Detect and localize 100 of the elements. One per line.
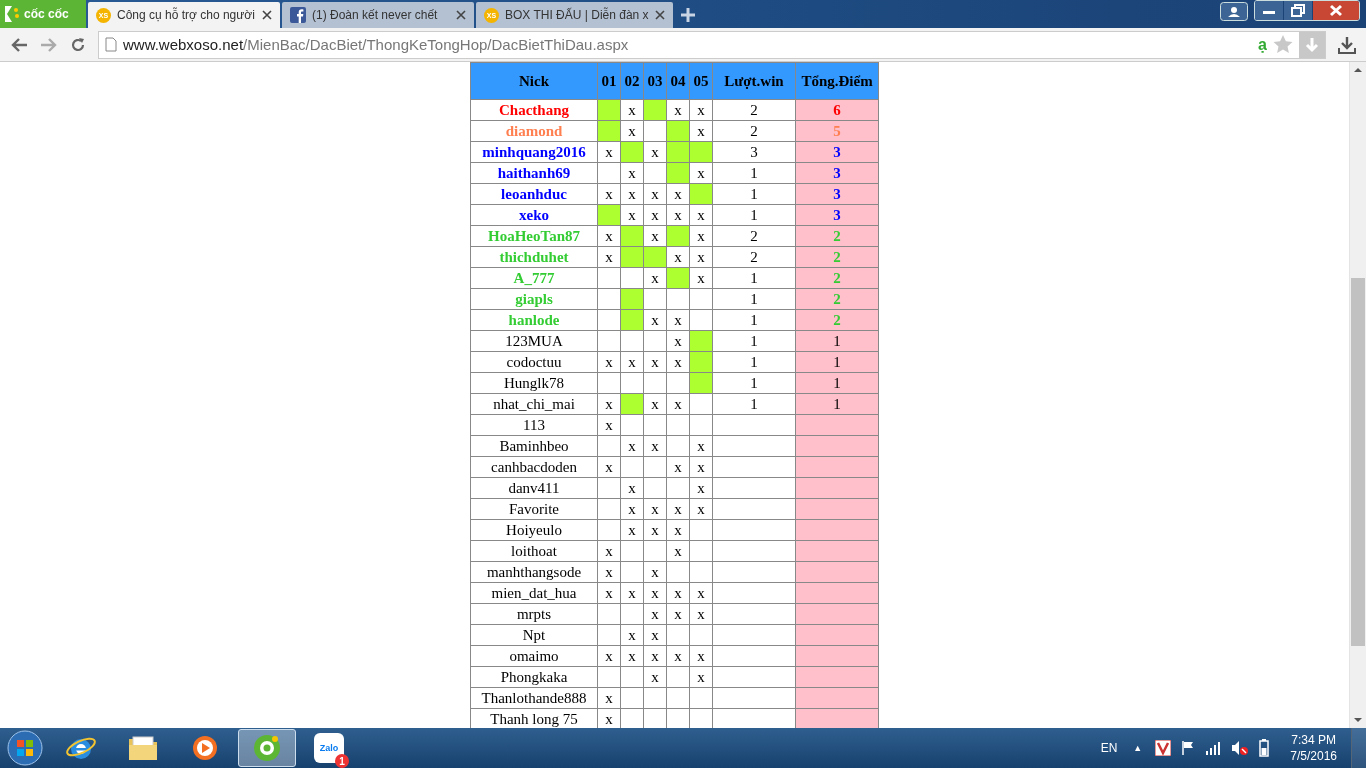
pick-cell: x <box>643 645 667 667</box>
pick-cell: x <box>689 120 713 142</box>
wins-cell: 2 <box>712 246 796 268</box>
pick-cell: x <box>597 246 621 268</box>
pick-cell: x <box>643 183 667 205</box>
column-header: 02 <box>620 62 644 100</box>
pick-cell: x <box>620 498 644 520</box>
pick-cell: x <box>620 99 644 121</box>
pick-cell: x <box>689 666 713 688</box>
nick-cell: Favorite <box>470 498 598 520</box>
column-header: 03 <box>643 62 667 100</box>
pick-cell: x <box>643 225 667 247</box>
nick-cell: nhat_chi_mai <box>470 393 598 415</box>
column-header: Tổng.Điểm <box>795 62 879 100</box>
page-icon <box>105 37 117 52</box>
pick-cell: x <box>643 141 667 163</box>
signal-icon[interactable] <box>1205 741 1222 755</box>
url-text: www.webxoso.net/MienBac/DacBiet/ThongKeTongHop/DacBietThiDau.aspx <box>123 36 629 53</box>
back-icon[interactable] <box>10 36 28 53</box>
pick-cell: x <box>597 141 621 163</box>
pick-cell: x <box>597 582 621 604</box>
wins-cell: 1 <box>712 162 796 184</box>
pick-cell: x <box>597 645 621 667</box>
nick-cell: manhthangsode <box>470 561 598 583</box>
pick-cell: x <box>597 225 621 247</box>
reload-icon[interactable] <box>70 36 86 53</box>
new-tab-icon[interactable] <box>679 7 696 23</box>
nick-cell: loithoat <box>470 540 598 562</box>
wins-cell: 1 <box>712 183 796 205</box>
pick-cell: x <box>689 225 713 247</box>
download-icon[interactable] <box>1338 35 1356 54</box>
scroll-thumb[interactable] <box>1351 278 1365 646</box>
close-icon[interactable] <box>262 10 272 20</box>
pick-cell: x <box>643 435 667 457</box>
pick-cell: x <box>597 351 621 373</box>
nick-cell: Hoiyeulo <box>470 519 598 541</box>
pick-cell: x <box>689 99 713 121</box>
clock[interactable]: 7:34 PM 7/5/2016 <box>1290 732 1337 764</box>
scrollbar[interactable] <box>1349 62 1366 728</box>
wins-cell: 1 <box>712 393 796 415</box>
pick-cell: x <box>643 309 667 331</box>
pick-cell: x <box>643 267 667 289</box>
restore-icon[interactable] <box>1284 1 1312 20</box>
star-icon[interactable] <box>1273 35 1293 54</box>
browser-tab[interactable]: (1) Đoàn kết never chết <box>282 2 474 28</box>
pick-cell: x <box>620 519 644 541</box>
show-hidden-icons[interactable]: ▲ <box>1133 743 1143 753</box>
pick-cell: x <box>597 540 621 562</box>
battery-icon[interactable] <box>1259 739 1270 757</box>
pick-cell: x <box>689 582 713 604</box>
close-icon[interactable] <box>456 10 466 20</box>
nick-cell: A_777 <box>470 267 598 289</box>
pick-cell: x <box>620 183 644 205</box>
muted-speaker-icon[interactable] <box>1231 740 1250 756</box>
column-header: Lượt.win <box>712 62 796 100</box>
pick-cell: x <box>666 603 690 625</box>
taskbar-app[interactable]: Zalo 1 <box>300 729 358 767</box>
nick-cell: 113 <box>470 414 598 436</box>
close-icon[interactable] <box>654 10 665 20</box>
nick-cell: canhbacdoden <box>470 456 598 478</box>
nick-cell: thichduhet <box>470 246 598 268</box>
nick-cell: Phongkaka <box>470 666 598 688</box>
pick-cell: x <box>620 477 644 499</box>
minimize-icon[interactable] <box>1255 1 1283 20</box>
facebook-icon <box>290 7 306 23</box>
wins-cell: 2 <box>712 225 796 247</box>
flag-icon[interactable] <box>1181 740 1196 756</box>
play-icon <box>190 733 220 763</box>
pick-cell: x <box>689 498 713 520</box>
close-window-icon[interactable] <box>1313 1 1359 20</box>
nick-cell: mrpts <box>470 603 598 625</box>
pick-cell: x <box>597 456 621 478</box>
pick-cell: x <box>620 162 644 184</box>
wins-cell: 3 <box>712 141 796 163</box>
start-button-icon[interactable] <box>5 729 45 767</box>
logo-icon <box>3 4 21 24</box>
language-indicator[interactable]: EN <box>1100 741 1118 755</box>
pick-cell: x <box>620 645 644 667</box>
address-field[interactable]: www.webxoso.net/MienBac/DacBiet/ThongKeTongHop/DacBietThiDau.aspx ạ <box>98 30 1326 59</box>
pick-cell: x <box>666 393 690 415</box>
pick-cell: x <box>643 582 667 604</box>
nick-cell: 123MUA <box>470 330 598 352</box>
pick-cell: x <box>643 603 667 625</box>
pick-cell: x <box>689 435 713 457</box>
wins-cell: 2 <box>712 120 796 142</box>
tab-title: Công cụ hỗ trợ cho người <box>117 8 256 22</box>
notification-badge: 1 <box>335 754 349 768</box>
pick-cell: x <box>620 582 644 604</box>
v-logo-icon[interactable] <box>1155 740 1172 756</box>
pick-cell: x <box>689 645 713 667</box>
wins-cell: 1 <box>712 288 796 310</box>
nick-cell: Npt <box>470 624 598 646</box>
wins-cell: 1 <box>712 372 796 394</box>
pick-cell: x <box>597 393 621 415</box>
pick-cell: x <box>666 456 690 478</box>
pick-cell: x <box>620 120 644 142</box>
pick-cell: x <box>620 204 644 226</box>
nick-cell: mien_dat_hua <box>470 582 598 604</box>
pick-cell: x <box>597 414 621 436</box>
user-icon[interactable] <box>1220 2 1248 21</box>
